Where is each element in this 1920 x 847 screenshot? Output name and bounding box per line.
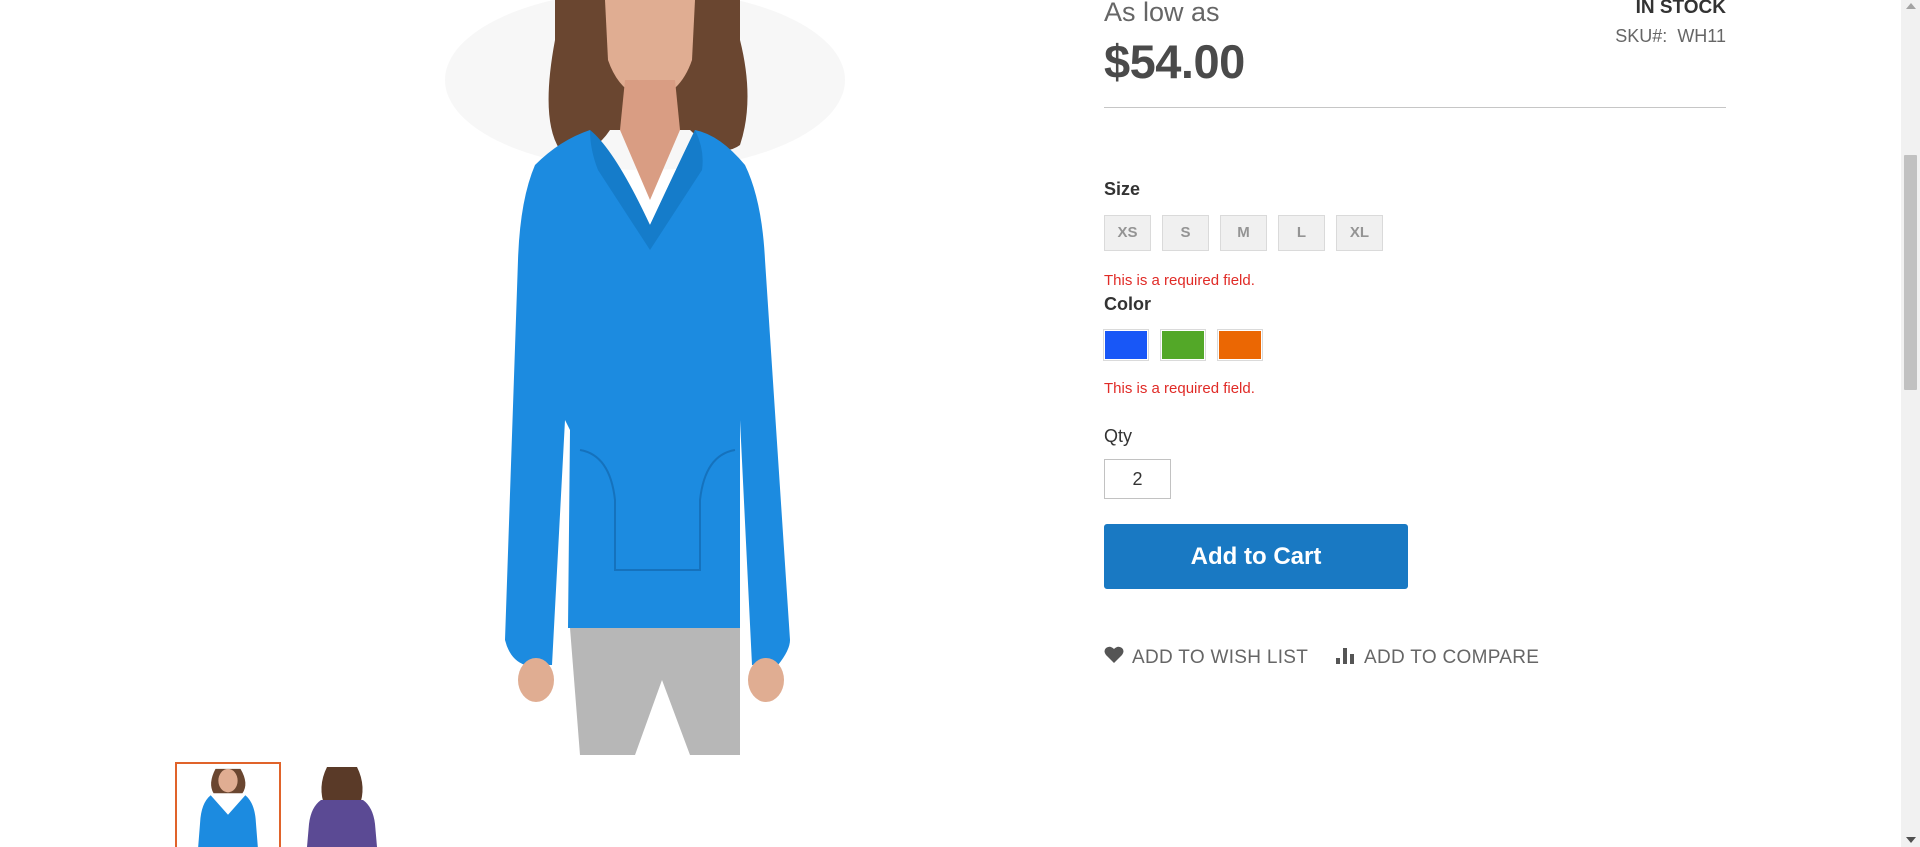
scroll-down-icon[interactable] <box>1906 837 1916 843</box>
size-option-xs[interactable]: XS <box>1104 215 1151 251</box>
size-option-xl[interactable]: XL <box>1336 215 1383 251</box>
sku: SKU#: WH11 <box>1615 26 1726 47</box>
color-label: Color <box>1104 294 1151 314</box>
color-swatch-green[interactable] <box>1160 329 1206 361</box>
thumbnail-blue-hoodie[interactable] <box>175 762 281 847</box>
thumbnail-purple-hoodie[interactable] <box>289 762 395 847</box>
color-error-message: This is a required field. <box>1104 380 1255 397</box>
product-main-image[interactable] <box>440 0 860 755</box>
size-error-message: This is a required field. <box>1104 272 1255 289</box>
stock-status: In stock <box>1635 0 1726 18</box>
product-info: As low as $54.00 In stock SKU#: WH11 Size… <box>1103 0 1726 847</box>
color-swatch-orange[interactable] <box>1217 329 1263 361</box>
heart-icon <box>1104 646 1124 670</box>
sku-label: SKU#: <box>1615 26 1668 46</box>
add-to-wish-list-link[interactable]: Add to Wish List <box>1104 646 1308 670</box>
product-price: $54.00 <box>1104 35 1245 88</box>
vertical-scrollbar[interactable] <box>1901 0 1920 847</box>
size-option-l[interactable]: L <box>1278 215 1325 251</box>
size-label: Size <box>1104 179 1141 199</box>
add-to-cart-button[interactable]: Add to Cart <box>1104 524 1408 589</box>
divider <box>1104 107 1726 108</box>
price-label: As low as <box>1104 0 1220 27</box>
compare-label: Add to Compare <box>1364 647 1540 668</box>
scrollbar-thumb[interactable] <box>1904 155 1917 390</box>
color-swatch-blue[interactable] <box>1103 329 1149 361</box>
qty-label: Qty <box>1104 426 1133 446</box>
add-to-compare-link[interactable]: Add to Compare <box>1336 646 1539 670</box>
scroll-up-icon[interactable] <box>1906 3 1916 9</box>
compare-icon <box>1336 646 1356 670</box>
size-option-s[interactable]: S <box>1162 215 1209 251</box>
wish-list-label: Add to Wish List <box>1132 647 1309 668</box>
size-option-m[interactable]: M <box>1220 215 1267 251</box>
sku-value: WH11 <box>1677 26 1726 46</box>
qty-input[interactable] <box>1104 459 1171 499</box>
